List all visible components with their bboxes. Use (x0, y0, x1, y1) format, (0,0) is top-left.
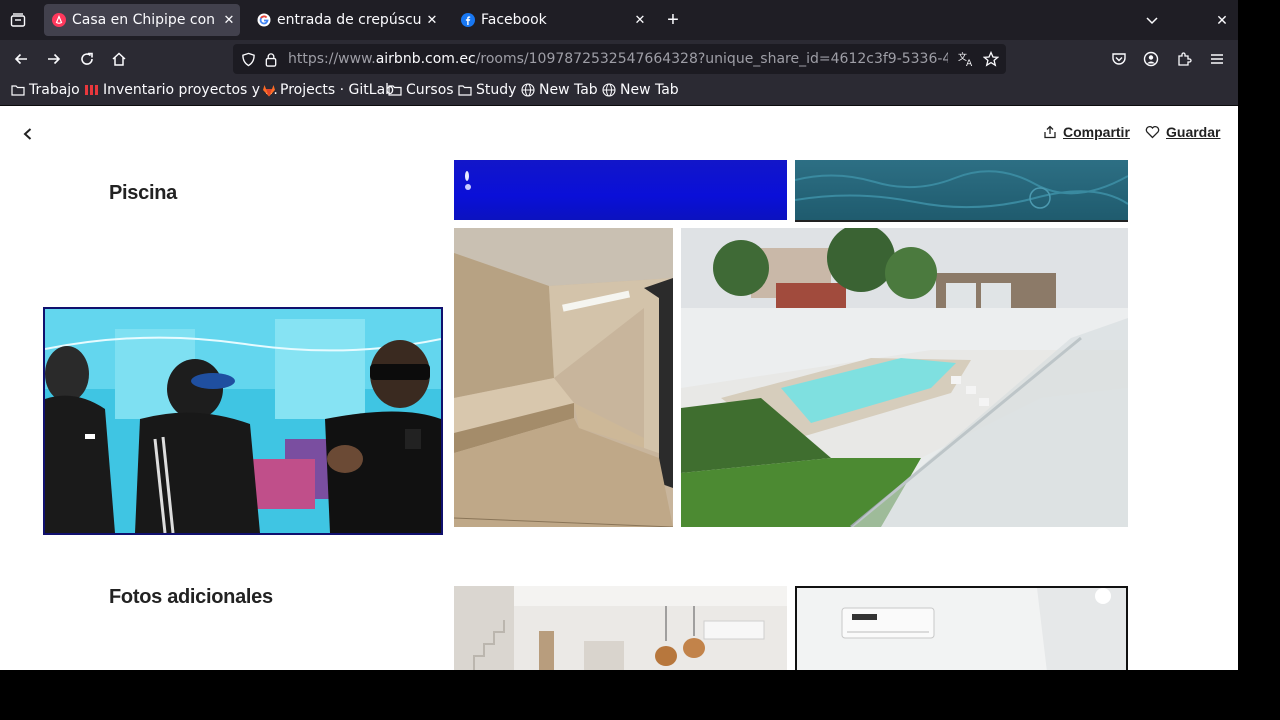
shield-icon[interactable] (239, 50, 257, 68)
photo-living-room[interactable] (454, 586, 787, 670)
account-icon[interactable] (1140, 48, 1162, 70)
reload-icon[interactable] (76, 48, 98, 70)
inventario-logo-icon (85, 85, 98, 95)
tab-title: Facebook (481, 12, 547, 28)
tab-bar: Casa en Chipipe con piscina ✕ entrada de… (0, 0, 1238, 40)
tab-airbnb[interactable]: Casa en Chipipe con piscina ✕ (44, 4, 240, 36)
list-tabs-chevron-icon[interactable] (1142, 8, 1162, 32)
photo-pool-lights[interactable] (454, 160, 787, 220)
photo-house-pool[interactable] (681, 228, 1128, 527)
heart-icon (1145, 125, 1160, 139)
gitlab-icon (263, 84, 275, 96)
tab-title: entrada de crepúsculo a la (277, 12, 421, 28)
menu-icon[interactable] (1206, 48, 1228, 70)
globe-icon (521, 83, 535, 97)
share-button[interactable]: Compartir (1043, 124, 1130, 140)
bookmark-new-tab[interactable]: New Tab (521, 82, 598, 98)
webcam-overlay (43, 307, 443, 535)
bookmark-star-icon[interactable] (981, 50, 1001, 68)
folder-icon (458, 85, 472, 96)
translate-icon[interactable]: 文A (956, 50, 976, 68)
svg-text:A: A (966, 59, 973, 67)
home-icon[interactable] (108, 48, 130, 70)
close-window-icon[interactable]: ✕ (1212, 8, 1232, 32)
back-arrow-icon[interactable] (10, 48, 32, 70)
close-tab-icon[interactable]: ✕ (421, 13, 443, 28)
lock-icon[interactable] (262, 50, 280, 68)
section-title-fotos-adicionales: Fotos adicionales (109, 586, 273, 608)
photo-sauna[interactable] (454, 228, 673, 527)
url-text[interactable]: https://www.airbnb.com.ec/rooms/10978725… (288, 51, 948, 67)
extensions-icon[interactable] (1173, 48, 1195, 70)
screen-border (1238, 0, 1280, 720)
forward-arrow-icon[interactable] (43, 48, 65, 70)
bookmarks-toolbar: Trabajo Inventario proyectos y ... Proje… (0, 78, 1238, 106)
google-icon (257, 13, 271, 27)
close-tab-icon[interactable]: ✕ (218, 13, 240, 28)
airbnb-icon (52, 13, 66, 27)
folder-icon (388, 85, 402, 96)
save-button[interactable]: Guardar (1145, 124, 1220, 140)
facebook-icon (461, 13, 475, 27)
navigation-toolbar: https://www.airbnb.com.ec/rooms/10978725… (0, 40, 1238, 78)
tab-overview-icon[interactable] (8, 10, 28, 30)
photo-air-conditioner[interactable] (795, 586, 1128, 670)
bookmark-new-tab[interactable]: New Tab (602, 82, 679, 98)
tab-facebook[interactable]: Facebook ✕ (453, 4, 651, 36)
photo-pool-water[interactable] (795, 160, 1128, 222)
bookmark-trabajo[interactable]: Trabajo (11, 82, 80, 98)
globe-icon (602, 83, 616, 97)
bookmark-study[interactable]: Study (458, 82, 516, 98)
back-chevron-icon[interactable] (16, 122, 40, 146)
new-tab-icon[interactable]: + (662, 8, 684, 32)
url-bar[interactable]: https://www.airbnb.com.ec/rooms/10978725… (233, 44, 1006, 74)
screen-border (0, 670, 1280, 720)
tab-google[interactable]: entrada de crepúsculo a la ✕ (249, 4, 443, 36)
bookmark-cursos[interactable]: Cursos (388, 82, 454, 98)
tab-title: Casa en Chipipe con piscina (72, 12, 218, 28)
close-tab-icon[interactable]: ✕ (629, 13, 651, 28)
folder-icon (11, 85, 25, 96)
bookmark-gitlab[interactable]: Projects · GitLab (262, 82, 394, 98)
section-title-piscina: Piscina (109, 182, 177, 204)
bookmark-inventario[interactable]: Inventario proyectos y ... (84, 82, 278, 98)
pocket-icon[interactable] (1108, 48, 1130, 70)
share-icon (1044, 125, 1056, 139)
